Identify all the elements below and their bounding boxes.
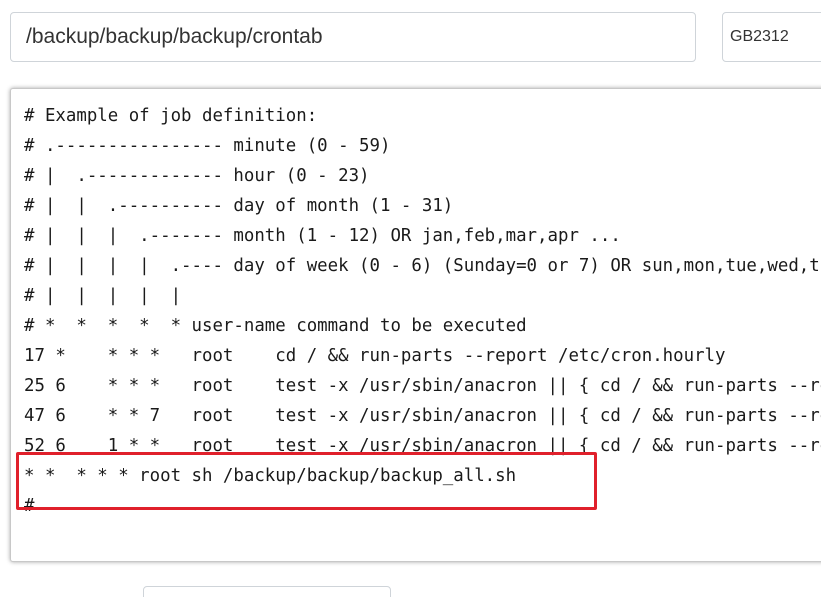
code-line[interactable]: # | | .---------- day of month (1 - 31) xyxy=(24,191,821,221)
encoding-select[interactable]: GB2312 xyxy=(722,12,821,62)
code-line[interactable]: # | | | | .---- day of week (0 - 6) (Sun… xyxy=(24,251,821,281)
file-editor-panel: /backup/backup/backup/crontab GB2312 # E… xyxy=(0,0,821,597)
code-line[interactable]: 17 * * * * root cd / && run-parts --repo… xyxy=(24,341,821,371)
code-line[interactable]: # Example of job definition: xyxy=(24,101,821,131)
code-line[interactable]: # .---------------- minute (0 - 59) xyxy=(24,131,821,161)
code-line[interactable]: # | .------------- hour (0 - 23) xyxy=(24,161,821,191)
code-line[interactable]: 25 6 * * * root test -x /usr/sbin/anacro… xyxy=(24,371,821,401)
code-line[interactable]: # * * * * * user-name command to be exec… xyxy=(24,311,821,341)
red-highlight-annotation xyxy=(16,452,597,510)
code-line[interactable]: 47 6 * * 7 root test -x /usr/sbin/anacro… xyxy=(24,401,821,431)
code-line[interactable]: # | | | .------- month (1 - 12) OR jan,f… xyxy=(24,221,821,251)
bottom-input-field[interactable] xyxy=(143,586,391,597)
code-line[interactable]: # | | | | | xyxy=(24,281,821,311)
file-path-input[interactable]: /backup/backup/backup/crontab xyxy=(10,12,696,62)
